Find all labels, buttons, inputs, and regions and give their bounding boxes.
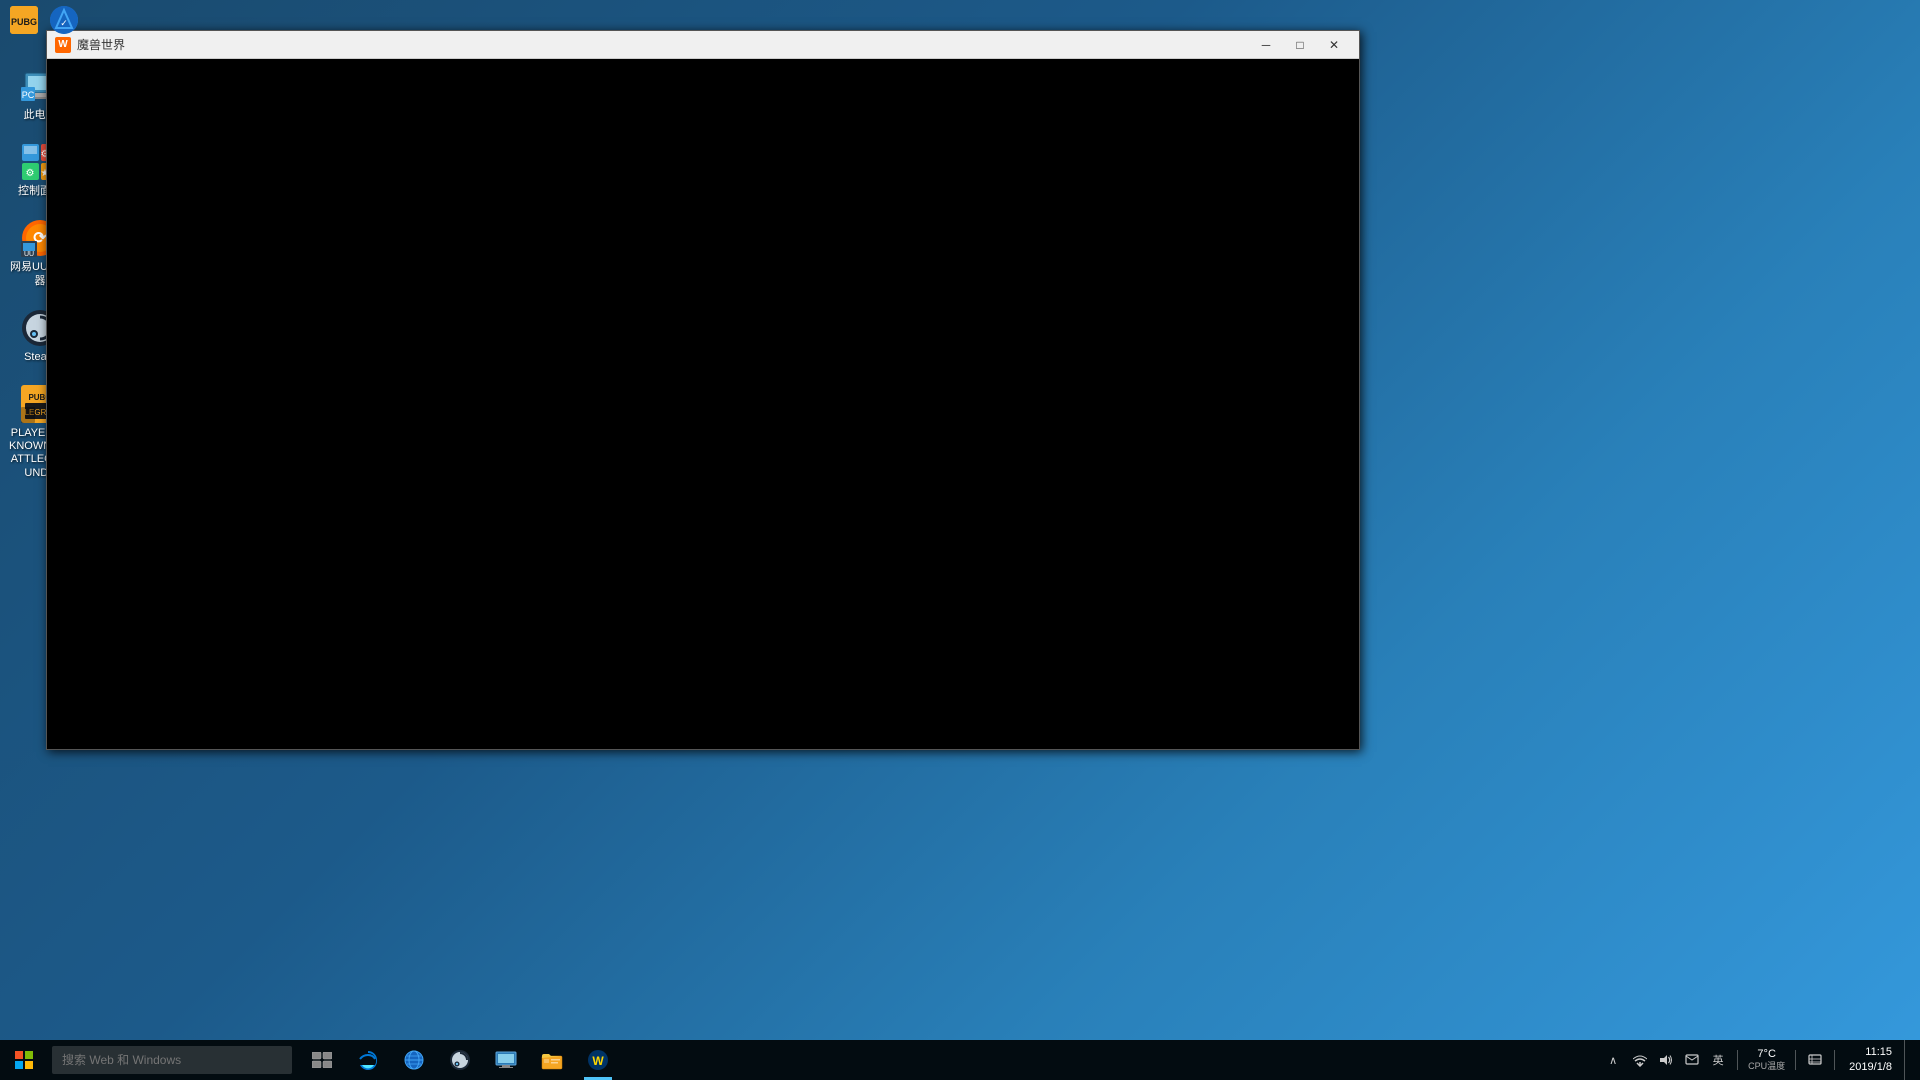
start-button[interactable] (0, 1040, 48, 1080)
wow-taskbar-icon: W (587, 1049, 609, 1071)
taskbar-right: ∧ (1603, 1040, 1920, 1080)
pubg-taskbar-icon[interactable]: PUBG (8, 4, 40, 36)
cpu-temp-value: 7°C (1757, 1048, 1775, 1061)
window-content (47, 59, 1359, 749)
taskbar-apps: W (300, 1040, 620, 1080)
svg-text:PUBG: PUBG (11, 17, 37, 27)
network-icon[interactable] (1627, 1040, 1653, 1080)
tray-divider-3 (1834, 1050, 1835, 1070)
notification-icon[interactable] (1802, 1040, 1828, 1080)
svg-text:W: W (592, 1054, 604, 1068)
volume-svg-icon (1659, 1053, 1673, 1067)
taskview-button[interactable] (300, 1040, 344, 1080)
wow-taskbar-button[interactable]: W (576, 1040, 620, 1080)
steam-taskbar-icon (449, 1049, 471, 1071)
clock-date: 2019/1/8 (1849, 1060, 1892, 1075)
explorer-icon (541, 1050, 563, 1070)
pubg-icon: PUBG (10, 6, 38, 34)
svg-text:⚙: ⚙ (26, 168, 35, 179)
svg-text:PC: PC (22, 90, 35, 100)
search-input[interactable] (52, 1046, 292, 1074)
message-svg-icon (1685, 1053, 1699, 1067)
keyboard-icon[interactable]: 英 (1705, 1040, 1731, 1080)
tray-divider-2 (1795, 1050, 1796, 1070)
svg-text:UU: UU (24, 251, 34, 257)
taskbar-clock[interactable]: 11:15 2019/1/8 (1841, 1045, 1900, 1076)
arma-taskbar-icon[interactable]: ✓ (48, 4, 80, 36)
windows-logo-icon (15, 1051, 33, 1069)
remote-button[interactable] (484, 1040, 528, 1080)
app-window-wow: W 魔兽世界 ─ □ ✕ (46, 30, 1360, 750)
notification-svg-icon (1808, 1053, 1822, 1067)
clock-time: 11:15 (1865, 1045, 1892, 1060)
ie-icon (403, 1049, 425, 1071)
cpu-temp-label: CPU温度 (1748, 1061, 1785, 1072)
taskview-icon (312, 1052, 332, 1068)
tray-expand-button[interactable]: ∧ (1603, 1040, 1623, 1080)
edge-icon (357, 1049, 379, 1071)
message-icon[interactable] (1679, 1040, 1705, 1080)
edge-button[interactable] (346, 1040, 390, 1080)
svg-text:✓: ✓ (60, 18, 68, 28)
explorer-button[interactable] (530, 1040, 574, 1080)
remote-icon (495, 1051, 517, 1069)
ie-button[interactable] (392, 1040, 436, 1080)
system-tray: 英 (1627, 1040, 1731, 1080)
taskbar-bottom: W ∧ (0, 1040, 1920, 1080)
steam-taskbar-button[interactable] (438, 1040, 482, 1080)
tray-divider (1737, 1050, 1738, 1070)
arma-icon: ✓ (50, 6, 78, 34)
network-svg-icon (1633, 1053, 1647, 1067)
volume-icon[interactable] (1653, 1040, 1679, 1080)
taskbar-top: PUBG ✓ (0, 0, 1920, 40)
cpu-temp-display: 7°C CPU温度 (1744, 1048, 1789, 1072)
show-desktop-button[interactable] (1904, 1040, 1912, 1080)
